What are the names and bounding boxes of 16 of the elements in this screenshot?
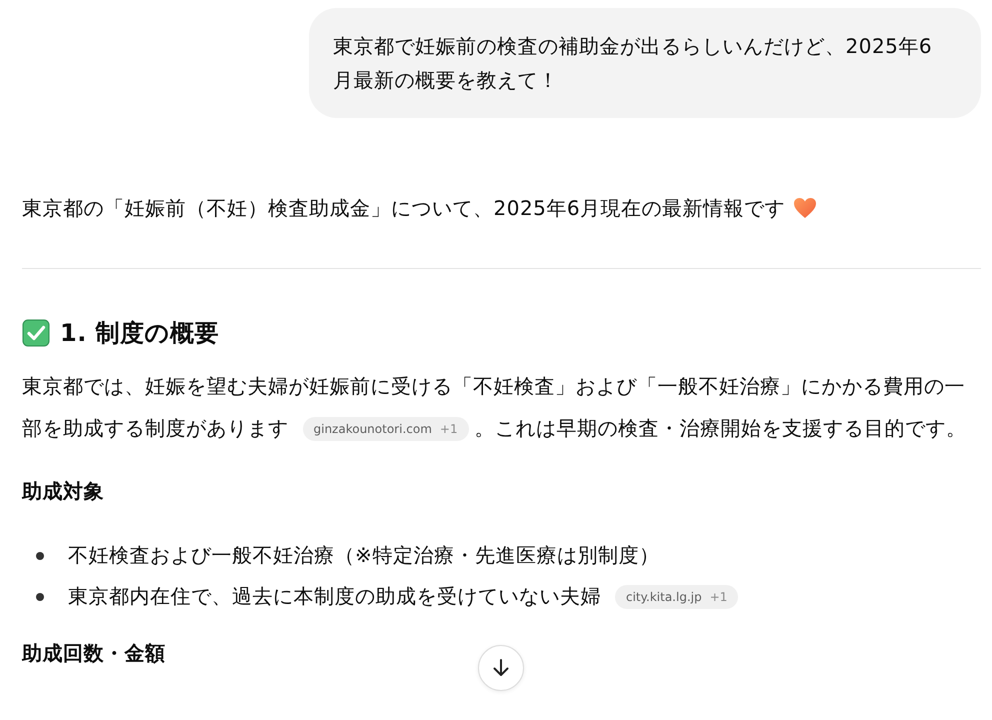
bullet-icon xyxy=(36,552,44,560)
citation-link[interactable]: ginzakounotori.com +1 xyxy=(302,417,469,441)
citation-link[interactable]: city.kita.lg.jp +1 xyxy=(615,585,738,609)
scroll-down-button[interactable] xyxy=(478,645,524,691)
subheading: 助成対象 xyxy=(22,478,104,505)
bullet-icon xyxy=(36,592,44,600)
subheading: 助成回数・金額 xyxy=(22,640,166,667)
arrow-down-icon xyxy=(491,658,511,678)
heart-icon xyxy=(793,197,818,219)
user-message: 東京都で妊娠前の検査の補助金が出るらしいんだけど、2025年6月最新の概要を教えて！ xyxy=(309,8,981,118)
section-heading: 1. 制度の概要 xyxy=(60,318,220,349)
checkmark-icon xyxy=(22,319,50,347)
list-item: 不妊検査および一般不妊治療（※特定治療・先進医療は別制度） xyxy=(68,542,660,569)
response-text: 東京都の「妊娠前（不妊）検査助成金」について、2025年6月現在の最新情報です xyxy=(22,195,786,222)
paragraph: 東京都では、妊娠を望む夫婦が妊娠前に受ける「不妊検査」および「一般不妊治療」にかかる費用の一部を助成する制度があります ginzakounotori.com +1 。これは早期の検査・治療開始を支援する目的です。 xyxy=(22,373,968,443)
list-item: 東京都内在住で、過去に本制度の助成を受けていない夫婦 city.kita.lg.jp +1 xyxy=(68,576,744,617)
